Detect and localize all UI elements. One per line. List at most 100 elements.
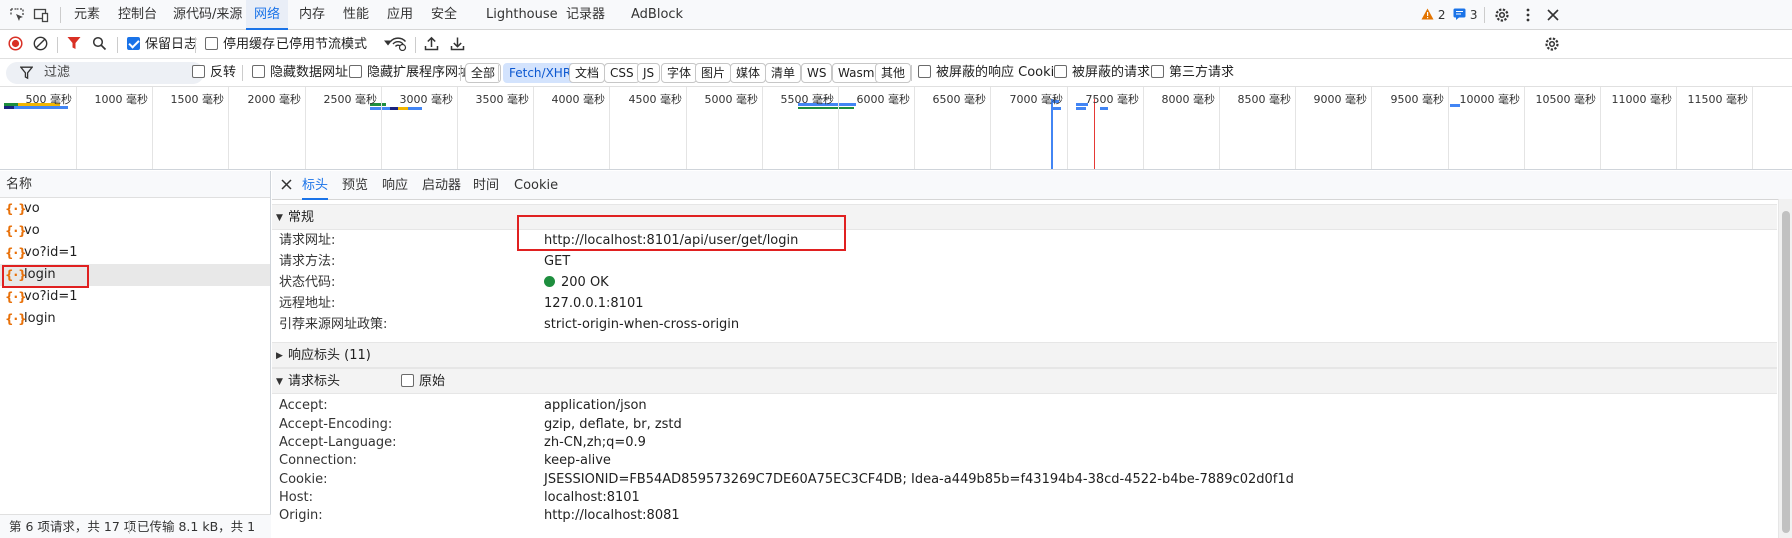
- timeline-gridline: [1067, 87, 1068, 169]
- timeline-tick-label: 4500 毫秒: [628, 93, 683, 106]
- type-chip-doc[interactable]: 文档: [569, 63, 606, 83]
- export-har-icon[interactable]: [450, 36, 465, 53]
- type-chip-fetch-xhr[interactable]: Fetch/XHR: [503, 63, 578, 83]
- type-chip-js[interactable]: JS: [637, 63, 661, 83]
- type-chip-media[interactable]: 媒体: [730, 63, 767, 83]
- divider: [498, 65, 499, 81]
- overview-bar: [370, 107, 390, 110]
- disable-cache-checkbox[interactable]: 停用缓存: [205, 36, 275, 53]
- tab-recorder[interactable]: 记录器: [566, 0, 605, 30]
- filter-funnel-icon[interactable]: [67, 36, 81, 53]
- blocked-requests-label: 被屏蔽的请求: [1072, 65, 1151, 80]
- divider: [60, 7, 61, 23]
- invert-label: 反转: [210, 65, 237, 80]
- warnings-counter[interactable]: 2: [1421, 7, 1445, 23]
- overview-bar: [1100, 107, 1108, 110]
- tab-elements[interactable]: 元素: [74, 0, 100, 30]
- type-chip-other[interactable]: 其他: [875, 63, 912, 83]
- divider: [460, 65, 461, 81]
- divider: [129, 520, 130, 534]
- tab-performance[interactable]: 性能: [343, 0, 369, 30]
- type-chip-wasm[interactable]: Wasm: [832, 63, 881, 83]
- search-icon[interactable]: [92, 36, 107, 53]
- hide-extension-urls-checkbox[interactable]: 隐藏扩展程序网址: [349, 64, 471, 81]
- throttle-select[interactable]: 已停用节流模式: [276, 36, 393, 53]
- response-headers-title: 响应标头 (11): [288, 348, 371, 363]
- timeline-gridline: [914, 87, 915, 169]
- tab-network[interactable]: 网络: [246, 0, 289, 30]
- detail-scrollbar[interactable]: [1778, 199, 1792, 538]
- tab-security[interactable]: 安全: [431, 0, 457, 30]
- request-list: 名称 {·} vo {·} vo {·} vo?id=1 {·} login {·} vo…: [0, 171, 271, 538]
- timeline-tick-label: 9000 毫秒: [1313, 93, 1368, 106]
- tab-console[interactable]: 控制台: [118, 0, 157, 30]
- overview-bar: [390, 107, 398, 110]
- invert-checkbox[interactable]: 反转: [192, 64, 236, 81]
- tab-headers[interactable]: 标头: [302, 171, 329, 200]
- name-column-header[interactable]: 名称: [0, 171, 270, 198]
- third-party-checkbox[interactable]: 第三方请求: [1151, 64, 1234, 81]
- tab-response[interactable]: 响应: [382, 171, 408, 200]
- tab-initiator[interactable]: 启动器: [422, 171, 461, 200]
- tab-timing[interactable]: 时间: [473, 171, 499, 200]
- blocked-response-cookies-checkbox[interactable]: 被屏蔽的响应 Cookie: [918, 64, 1062, 81]
- more-options-icon[interactable]: [1520, 7, 1536, 23]
- divider: [415, 37, 416, 53]
- timeline-gridline: [228, 87, 229, 169]
- preserve-log-checkbox[interactable]: 保留日志: [127, 36, 197, 53]
- messages-counter[interactable]: 3: [1453, 7, 1477, 23]
- request-row[interactable]: {·} login: [0, 308, 270, 330]
- device-toolbar-icon[interactable]: [33, 7, 49, 23]
- type-chip-img[interactable]: 图片: [695, 63, 732, 83]
- general-section-header[interactable]: ▼ 常规: [272, 204, 1777, 230]
- filter-input[interactable]: 过滤: [6, 62, 204, 84]
- raw-checkbox[interactable]: 原始: [401, 369, 445, 395]
- close-devtools-icon[interactable]: [1545, 7, 1561, 23]
- type-chip-font[interactable]: 字体: [661, 63, 698, 83]
- status-code-value: 200 OK: [544, 272, 609, 293]
- scrollbar-thumb[interactable]: [1782, 211, 1790, 533]
- divider: [1484, 7, 1485, 23]
- request-url-key: 请求网址:: [279, 233, 336, 248]
- tab-memory[interactable]: 内存: [299, 0, 325, 30]
- timeline-tick-label: 8500 毫秒: [1237, 93, 1292, 106]
- request-row[interactable]: {·} vo?id=1: [0, 286, 270, 308]
- highlight-box-request-url: [517, 215, 846, 251]
- network-conditions-icon[interactable]: [389, 36, 407, 53]
- tab-lighthouse[interactable]: Lighthouse: [486, 0, 558, 30]
- clear-icon[interactable]: [33, 36, 48, 53]
- type-chip-ws[interactable]: WS: [801, 63, 833, 83]
- dom-content-loaded-marker: [1051, 99, 1053, 169]
- network-overview-timeline[interactable]: 500 毫秒 1000 毫秒 1500 毫秒 2000 毫秒 2500 毫秒 3000 毫…: [0, 87, 1792, 170]
- hide-data-urls-checkbox[interactable]: 隐藏数据网址: [252, 64, 348, 81]
- request-row[interactable]: {·} vo: [0, 198, 270, 220]
- request-row[interactable]: {·} vo?id=1: [0, 242, 270, 264]
- stop-recording-icon[interactable]: [8, 36, 23, 53]
- request-headers-section-header[interactable]: ▼ 请求标头 原始: [272, 368, 1777, 394]
- header-key-origin: Origin:: [279, 508, 323, 523]
- settings-gear-icon[interactable]: [1494, 7, 1510, 23]
- close-detail-icon[interactable]: [280, 171, 293, 200]
- preserve-log-label: 保留日志: [145, 37, 198, 52]
- tab-preview[interactable]: 预览: [342, 171, 368, 200]
- timeline-tick-label: 3000 毫秒: [399, 93, 454, 106]
- timeline-gridline: [1524, 87, 1525, 169]
- type-chip-all[interactable]: 全部: [465, 63, 502, 83]
- timeline-gridline: [1371, 87, 1372, 169]
- header-value-accept: application/json: [544, 398, 647, 413]
- blocked-requests-checkbox[interactable]: 被屏蔽的请求: [1054, 64, 1150, 81]
- tab-application[interactable]: 应用: [387, 0, 413, 30]
- request-row[interactable]: {·} vo: [0, 220, 270, 242]
- referrer-policy-key: 引荐来源网址政策:: [279, 317, 388, 332]
- type-chip-css[interactable]: CSS: [604, 63, 640, 83]
- inspect-element-icon[interactable]: [9, 7, 25, 23]
- tab-cookies[interactable]: Cookie: [514, 171, 558, 200]
- response-headers-section-header[interactable]: ▶ 响应标头 (11): [272, 342, 1777, 368]
- import-har-icon[interactable]: [424, 36, 439, 53]
- type-chip-manifest[interactable]: 清单: [765, 63, 802, 83]
- messages-count: 3: [1469, 8, 1478, 22]
- network-settings-gear-icon[interactable]: [1544, 36, 1560, 53]
- status-code-text: 200 OK: [561, 275, 609, 290]
- tab-sources[interactable]: 源代码/来源: [173, 0, 242, 30]
- tab-adblock[interactable]: AdBlock: [631, 0, 683, 30]
